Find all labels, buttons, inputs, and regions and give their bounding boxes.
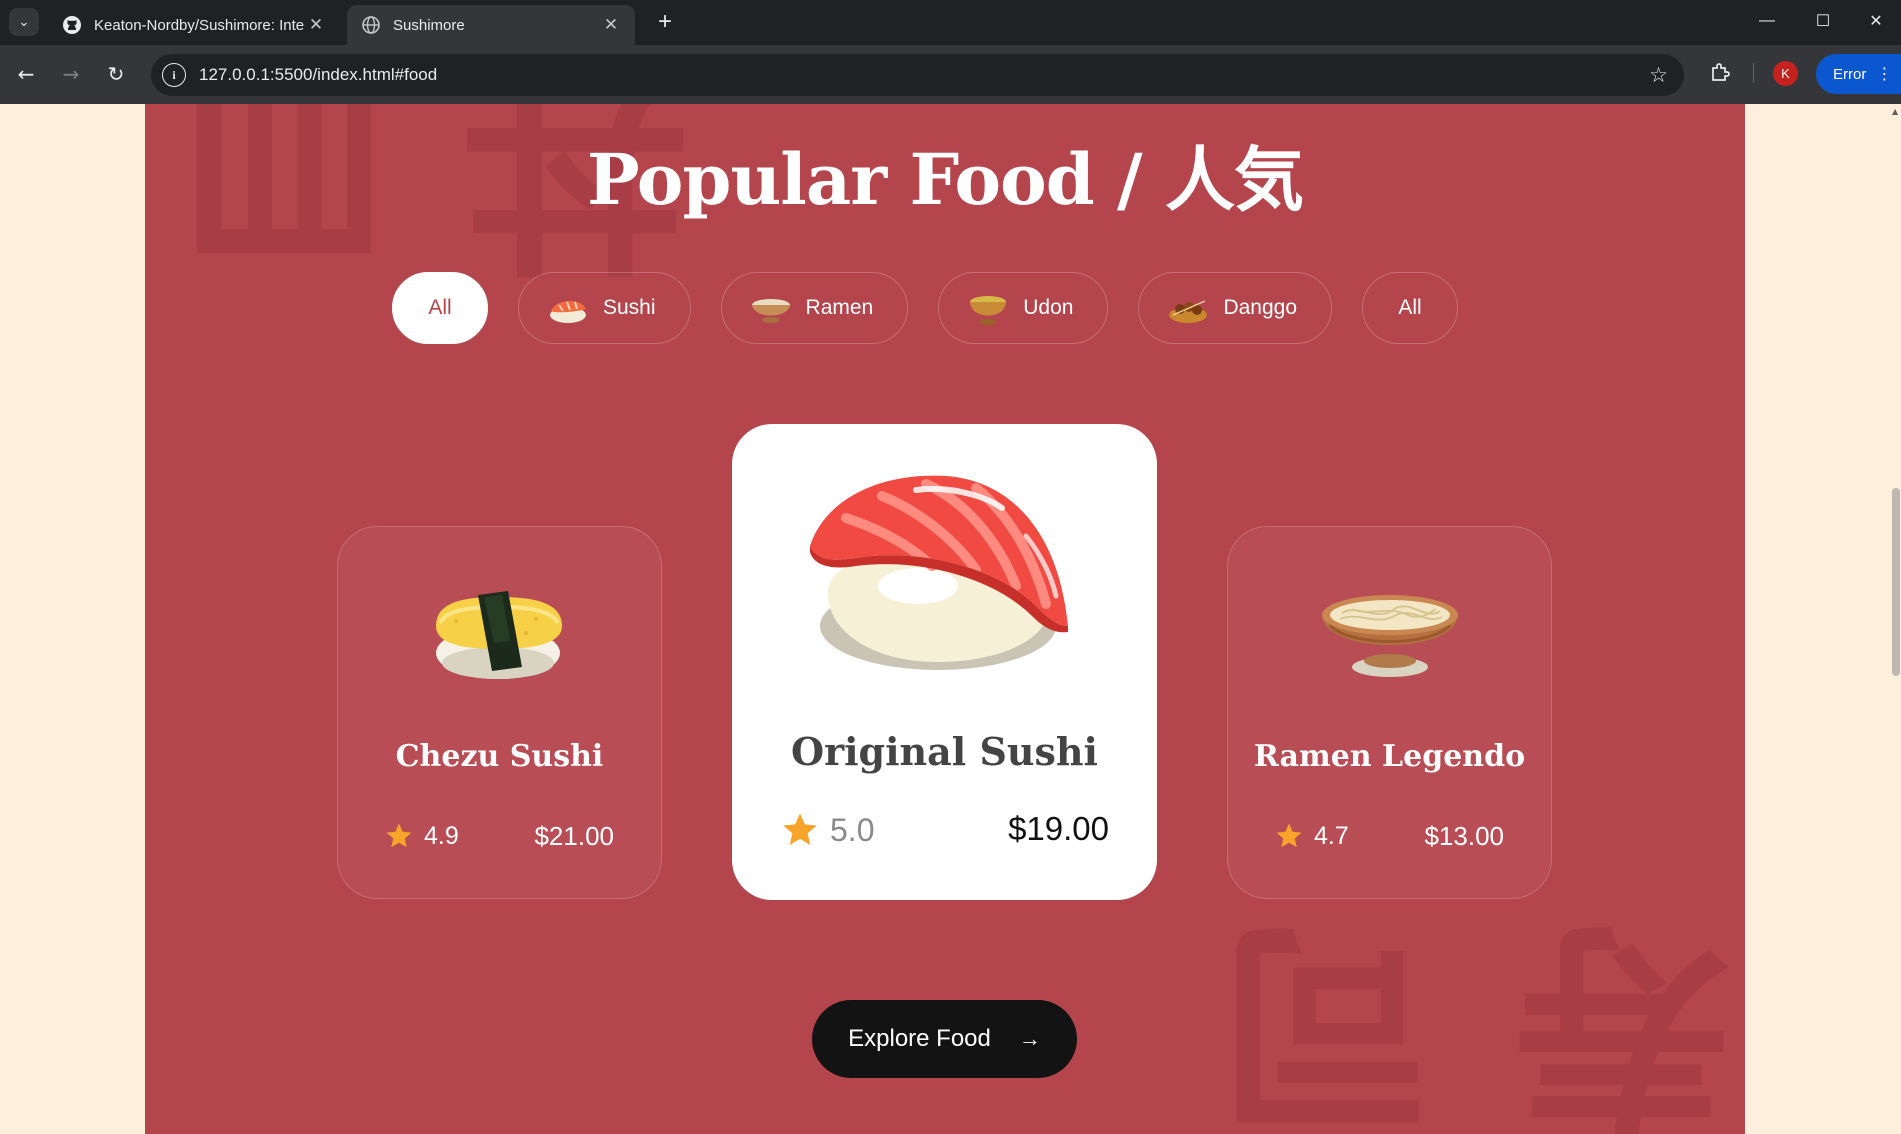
site-info-icon[interactable]: i <box>162 63 186 87</box>
forward-arrow-icon[interactable]: → <box>55 58 87 90</box>
category-filters: All Sushi Ramen Udon Danggo All <box>392 272 1458 344</box>
url-text[interactable]: 127.0.0.1:5500/index.html#food <box>199 65 437 85</box>
github-icon <box>62 15 82 35</box>
food-card-ramen-legendo[interactable]: Ramen Legendo 4.7 $13.00 <box>1227 526 1552 899</box>
star-icon <box>783 813 817 845</box>
food-name: Ramen Legendo <box>1253 739 1526 774</box>
page-scrollbar[interactable]: ▲ <box>1891 104 1901 1134</box>
food-rating: 5.0 <box>780 810 874 850</box>
minimize-button[interactable]: — <box>1739 0 1795 42</box>
dango-icon <box>1169 300 1208 323</box>
extensions-icon[interactable] <box>1706 58 1734 86</box>
filter-label: All <box>428 296 452 319</box>
tamago-sushi-image <box>436 591 562 679</box>
bookmark-star-icon[interactable]: ☆ <box>1649 63 1668 87</box>
filter-danggo[interactable]: Danggo <box>1138 272 1332 344</box>
udon-icon <box>970 296 1007 325</box>
ramen-icon <box>751 299 790 323</box>
filter-all[interactable]: All <box>392 272 488 344</box>
kanji-watermark-bottom: 寿 司 <box>1215 896 1732 1134</box>
food-name: Original Sushi <box>790 729 1098 774</box>
globe-icon <box>361 15 381 35</box>
tab-search-button[interactable]: ⌄ <box>9 8 39 36</box>
close-tab-icon[interactable]: ✕ <box>306 15 326 35</box>
star-icon <box>386 823 412 848</box>
food-price: $21.00 <box>534 821 614 851</box>
scrollbar-thumb[interactable] <box>1892 488 1900 676</box>
toolbar-divider <box>1753 63 1754 83</box>
profile-avatar[interactable]: K <box>1773 61 1798 86</box>
food-price: $19.00 <box>1008 810 1109 847</box>
food-card-original-sushi[interactable]: Original Sushi 5.0 $19.00 <box>732 424 1157 900</box>
tab-title: Sushimore <box>393 16 465 34</box>
browser-toolbar: ← → ↻ i 127.0.0.1:5500/index.html#food ☆ <box>0 45 1901 104</box>
back-arrow-icon[interactable]: ← <box>10 58 42 90</box>
arrow-right-icon: → <box>1018 1026 1041 1051</box>
new-tab-button[interactable]: + <box>650 7 680 37</box>
filter-all-secondary[interactable]: All <box>1362 272 1458 344</box>
address-bar[interactable]: i 127.0.0.1:5500/index.html#food ☆ <box>151 54 1684 96</box>
explore-food-button[interactable]: Explore Food → <box>812 1000 1077 1078</box>
filter-label: Danggo <box>1223 296 1297 319</box>
error-button[interactable]: Error ⋮ <box>1816 54 1901 94</box>
rating-value: 5.0 <box>830 811 875 848</box>
star-icon <box>1276 823 1302 848</box>
scroll-up-arrow-icon[interactable]: ▲ <box>1892 107 1898 116</box>
filter-ramen[interactable]: Ramen <box>720 272 909 344</box>
explore-food-label: Explore Food <box>848 1025 991 1052</box>
tab-github[interactable]: Keaton-Nordby/Sushimore: Inte ✕ <box>48 5 340 45</box>
page-viewport: 丼 皿 寿 司 Popular Food / 人気 All Sushi Rame… <box>0 104 1901 1134</box>
close-tab-icon[interactable]: ✕ <box>601 15 621 35</box>
tab-title: Keaton-Nordby/Sushimore: Inte <box>94 16 305 34</box>
filter-label: All <box>1398 296 1422 319</box>
tab-strip: ⌄ Keaton-Nordby/Sushimore: Inte ✕ Sushim… <box>0 0 1901 45</box>
reload-icon[interactable]: ↻ <box>100 58 132 90</box>
section-title: Popular Food / 人気 <box>587 138 1304 221</box>
filter-sushi[interactable]: Sushi <box>518 272 691 344</box>
food-name: Chezu Sushi <box>395 739 604 774</box>
filter-label: Sushi <box>603 296 656 319</box>
popular-food-section: 丼 皿 寿 司 Popular Food / 人気 All Sushi Rame… <box>145 104 1745 1134</box>
food-rating: 4.7 <box>1274 821 1349 851</box>
close-window-button[interactable]: ✕ <box>1851 0 1901 42</box>
more-vert-icon: ⋮ <box>1876 66 1893 83</box>
sushi-icon <box>550 300 586 323</box>
filter-udon[interactable]: Udon <box>938 272 1109 344</box>
tab-sushimore[interactable]: Sushimore ✕ <box>347 5 635 45</box>
rating-value: 4.9 <box>424 821 459 850</box>
salmon-sushi-image <box>810 475 1068 670</box>
error-label: Error <box>1833 65 1867 83</box>
ramen-bowl-image <box>1322 595 1458 677</box>
filter-label: Ramen <box>805 296 874 319</box>
food-card-chezu-sushi[interactable]: Chezu Sushi 4.9 $21.00 <box>337 526 662 899</box>
chevron-down-icon: ⌄ <box>18 14 30 30</box>
rating-value: 4.7 <box>1314 821 1349 850</box>
food-price: $13.00 <box>1424 821 1504 851</box>
maximize-button[interactable]: ☐ <box>1795 0 1851 42</box>
filter-label: Udon <box>1023 296 1074 319</box>
food-rating: 4.9 <box>384 821 459 851</box>
